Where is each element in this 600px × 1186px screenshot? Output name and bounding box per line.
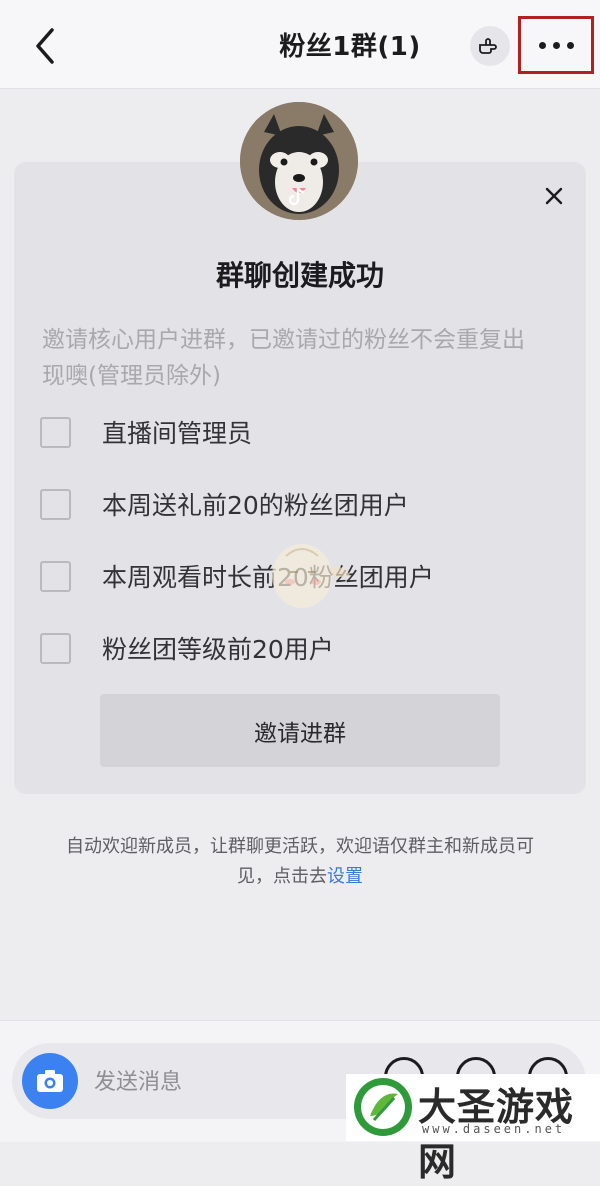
invite-to-group-button[interactable]: 邀请进群 [100,694,500,767]
checkbox[interactable] [40,561,71,592]
option-top-level[interactable]: 粉丝团等级前20用户 [40,630,560,670]
checkbox[interactable] [40,489,71,520]
checkbox[interactable] [40,633,71,664]
option-label: 直播间管理员 [102,419,253,448]
close-icon [545,187,563,205]
welcome-message-note: 自动欢迎新成员，让群聊更活跃，欢迎语仅群主和新成员可见，点击去设置 [60,832,540,892]
page-title: 粉丝1群(1) [279,32,421,62]
ellipsis-icon [538,41,546,49]
pointing-hand-button[interactable] [470,26,510,66]
more-options-button[interactable] [518,16,594,74]
mascot-watermark-icon [272,544,350,608]
group-created-card: 群聊创建成功 邀请核心用户进群，已邀请过的粉丝不会重复出现噢(管理员除外) 直播… [14,162,586,794]
top-bar: 粉丝1群(1) [0,0,600,89]
close-button[interactable] [540,182,568,210]
option-label: 粉丝团等级前20用户 [102,635,334,664]
back-button[interactable] [28,24,68,68]
ellipsis-dot [552,41,560,49]
option-label: 本周送礼前20的粉丝团用户 [102,491,409,520]
option-live-admins[interactable]: 直播间管理员 [40,414,560,454]
camera-button[interactable] [22,1053,78,1109]
card-title: 群聊创建成功 [215,259,384,292]
site-url: www.daseen.net [422,1122,566,1136]
settings-link[interactable]: 设置 [327,866,363,887]
ellipsis-dot [566,41,574,49]
group-avatar [240,102,358,220]
camera-icon [37,1070,63,1092]
note-text: 自动欢迎新成员，让群聊更活跃，欢迎语仅群主和新成员可见，点击去 [66,836,534,887]
checkbox[interactable] [40,417,71,448]
message-input[interactable] [92,1061,356,1103]
site-logo-icon [354,1078,412,1136]
option-top-gifters[interactable]: 本周送礼前20的粉丝团用户 [40,486,560,526]
site-watermark: 大圣游戏网 www.daseen.net [346,1074,600,1184]
pointing-hand-icon [479,38,497,54]
card-description: 邀请核心用户进群，已邀请过的粉丝不会重复出现噢(管理员除外) [42,327,525,389]
dog-avatar-image [240,102,358,220]
chevron-left-icon [36,28,54,64]
